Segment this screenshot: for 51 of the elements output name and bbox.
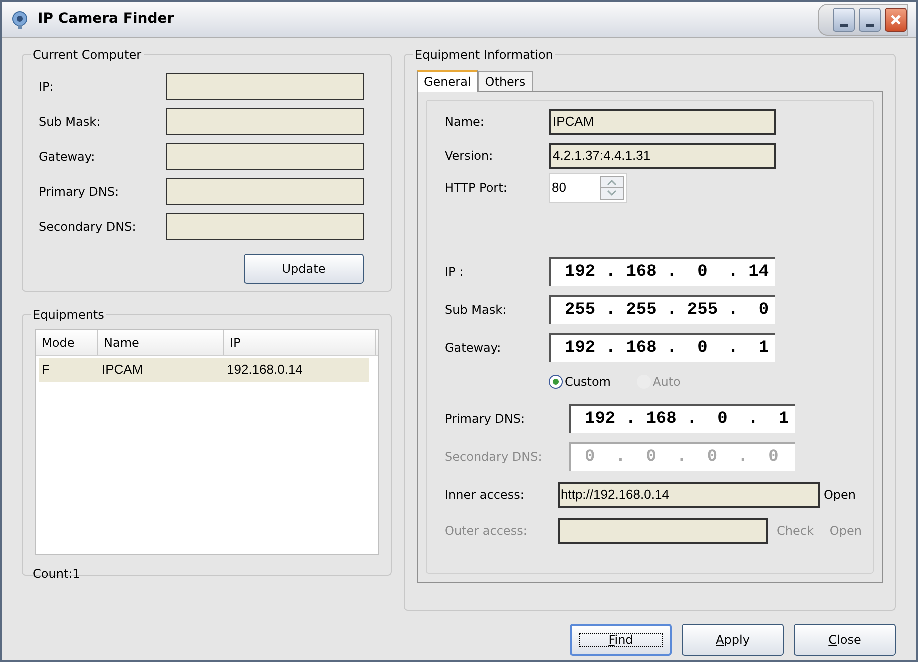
tab[interactable]: Others: [478, 71, 533, 91]
dialog-button[interactable]: Apply: [682, 624, 784, 656]
field-label: IP:: [38, 78, 55, 96]
field-label: Gateway:: [445, 340, 502, 356]
field-label: IP :: [445, 264, 465, 280]
field-label: Gateway:: [38, 148, 96, 166]
text-field[interactable]: [166, 108, 364, 135]
ip-field[interactable]: 192 . 168 . 0 . 1: [549, 333, 775, 362]
minimize-button[interactable]: [859, 8, 881, 32]
text-field[interactable]: 4.2.1.37:4.4.1.31: [549, 143, 776, 169]
text-field[interactable]: [166, 213, 364, 240]
field-label: Outer access:: [445, 523, 528, 540]
field-label: Version:: [445, 148, 494, 165]
text-field[interactable]: [558, 518, 768, 544]
close-button[interactable]: [885, 8, 907, 32]
field-label: Sub Mask:: [38, 114, 102, 130]
list-row[interactable]: F IPCAM 192.168.0.14: [39, 358, 369, 382]
ip-field[interactable]: 192 . 168 . 0 . 1: [569, 404, 795, 433]
minimize-button[interactable]: [833, 8, 855, 32]
text-field[interactable]: http://192.168.0.14: [558, 482, 820, 508]
field-label: Secondary DNS:: [38, 218, 138, 236]
field-label: Sub Mask:: [445, 302, 508, 318]
window-title: IP Camera Finder: [38, 10, 174, 29]
text-field[interactable]: [166, 73, 364, 100]
column-header[interactable]: Name: [98, 330, 224, 355]
text-field[interactable]: [166, 143, 364, 170]
ip-field[interactable]: 255 . 255 . 255 . 0: [549, 295, 775, 324]
field-label: HTTP Port:: [445, 180, 508, 197]
field-label: Inner access:: [445, 487, 526, 504]
update-button[interactable]: Update: [244, 254, 364, 284]
camera-icon: [10, 10, 30, 30]
equipment-list[interactable]: Mode Name IP F IPCAM 192.168.0.14: [35, 329, 379, 555]
close-icon: [890, 14, 902, 26]
spin-box[interactable]: 80: [549, 173, 627, 203]
minimize-icon: [866, 24, 874, 26]
tab[interactable]: General: [417, 70, 478, 92]
column-header[interactable]: Mode: [36, 330, 98, 355]
dialog-button[interactable]: Find: [570, 624, 672, 656]
ip-field[interactable]: 192 . 168 . 0 . 14: [549, 257, 775, 286]
link-button[interactable]: Open: [824, 486, 856, 504]
field-label: Primary DNS:: [38, 184, 120, 200]
dialog-button[interactable]: Close: [794, 624, 896, 656]
minimize-icon: [840, 24, 848, 26]
field-label: Name:: [445, 114, 486, 131]
radio-button[interactable]: Custom: [549, 373, 611, 391]
text-field[interactable]: IPCAM: [549, 109, 776, 135]
count-label: Count:1: [33, 566, 82, 583]
text-field[interactable]: [166, 178, 364, 205]
field-label: Primary DNS:: [445, 410, 526, 428]
field-label: Secondary DNS:: [445, 448, 544, 466]
column-header[interactable]: IP: [224, 330, 376, 355]
